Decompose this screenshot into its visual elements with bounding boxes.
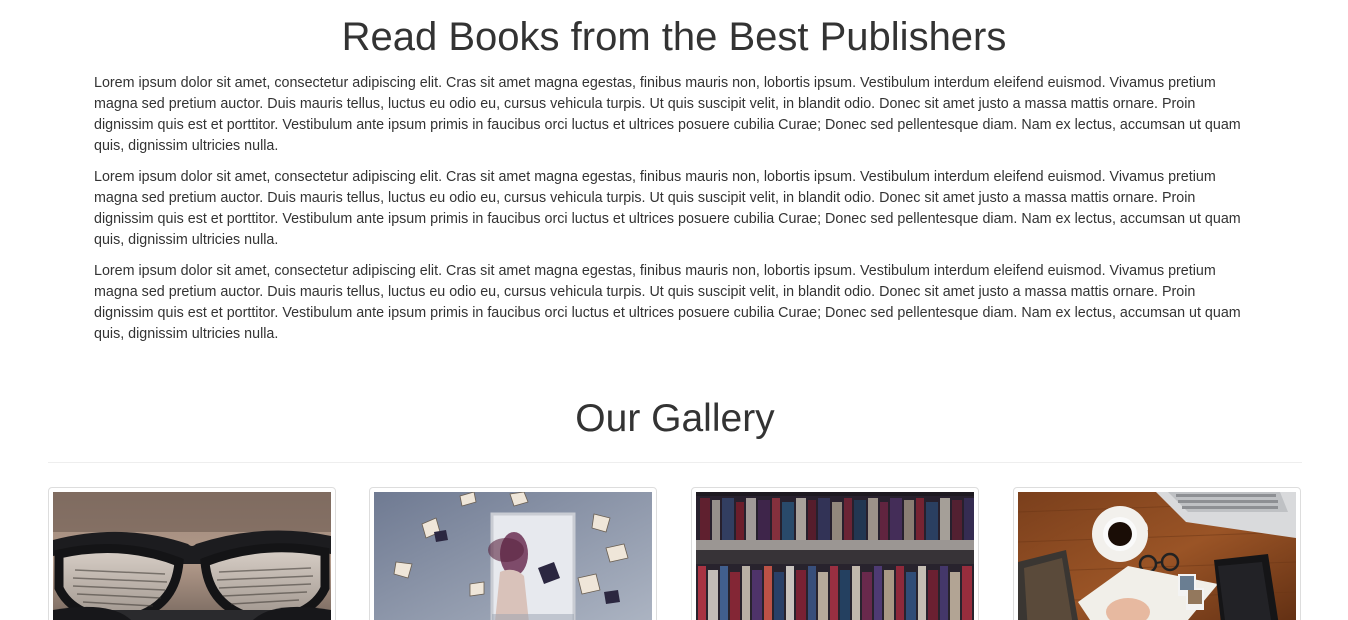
gallery-thumbnail-glasses[interactable] [48, 487, 336, 620]
about-paragraph: Lorem ipsum dolor sit amet, consectetur … [94, 75, 1241, 154]
gallery-divider [48, 462, 1302, 463]
gallery-image-desk [1018, 492, 1296, 620]
page: Read Books from the Best Publishers Lore… [0, 0, 1348, 620]
about-paragraph: Lorem ipsum dolor sit amet, consectetur … [94, 263, 1241, 342]
gallery-thumbnail-library[interactable] [691, 487, 979, 620]
gallery-thumbnail-flying-books[interactable] [369, 487, 657, 620]
gallery-image-library [696, 492, 974, 620]
gallery-image-flying-books [374, 492, 652, 620]
gallery-section: Our Gallery [48, 393, 1302, 620]
about-paragraph: Lorem ipsum dolor sit amet, consectetur … [94, 169, 1241, 248]
gallery-thumbnail-desk[interactable] [1013, 487, 1301, 620]
gallery-heading: Our Gallery [575, 397, 775, 440]
about-section: Read Books from the Best Publishers Lore… [94, 0, 1254, 345]
gallery-image-glasses [53, 492, 331, 620]
about-heading: Read Books from the Best Publishers [341, 15, 1007, 59]
